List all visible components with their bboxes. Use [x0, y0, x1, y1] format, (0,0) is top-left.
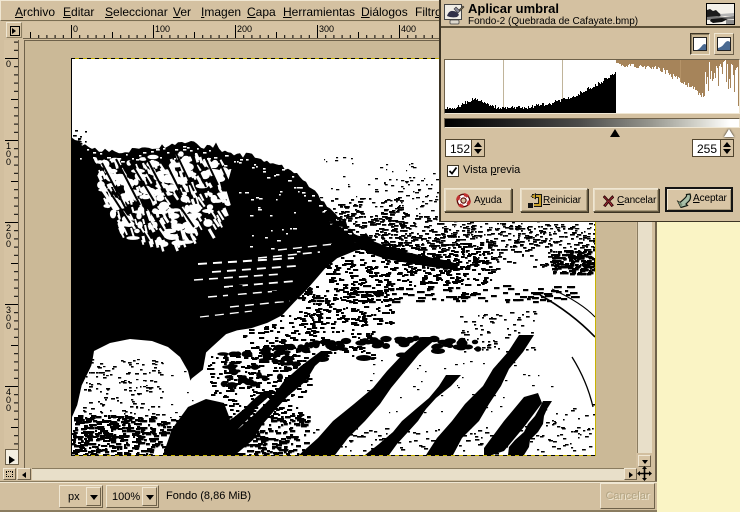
svg-text:300: 300 — [319, 24, 334, 34]
svg-text:100: 100 — [155, 24, 170, 34]
svg-text:0: 0 — [6, 157, 11, 167]
svg-text:0: 0 — [6, 239, 11, 249]
svg-text:0: 0 — [6, 59, 11, 69]
svg-text:200: 200 — [237, 24, 252, 34]
svg-text:0: 0 — [73, 24, 78, 34]
svg-text:400: 400 — [401, 24, 416, 34]
svg-text:0: 0 — [6, 321, 11, 331]
svg-text:0: 0 — [6, 403, 11, 413]
